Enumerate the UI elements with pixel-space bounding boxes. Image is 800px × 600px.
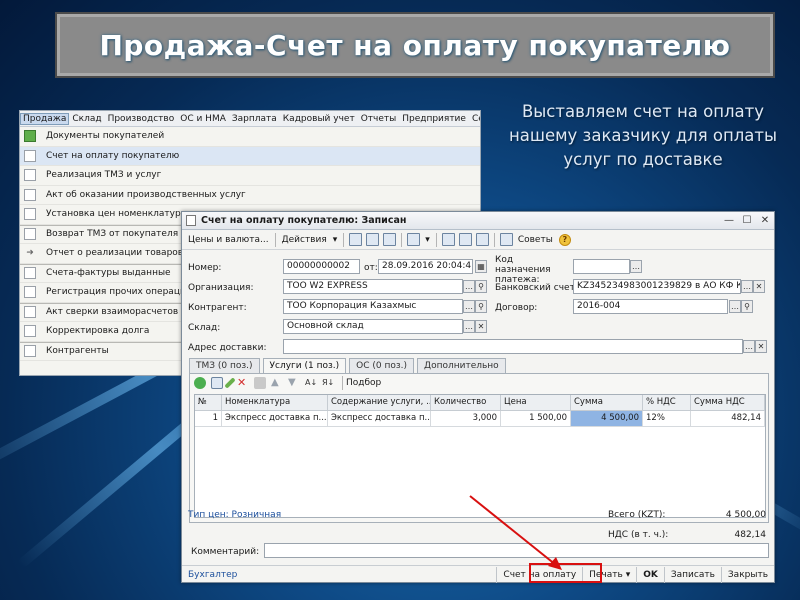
pointer-arrow-icon bbox=[469, 495, 562, 570]
highlight-frame bbox=[529, 563, 602, 583]
